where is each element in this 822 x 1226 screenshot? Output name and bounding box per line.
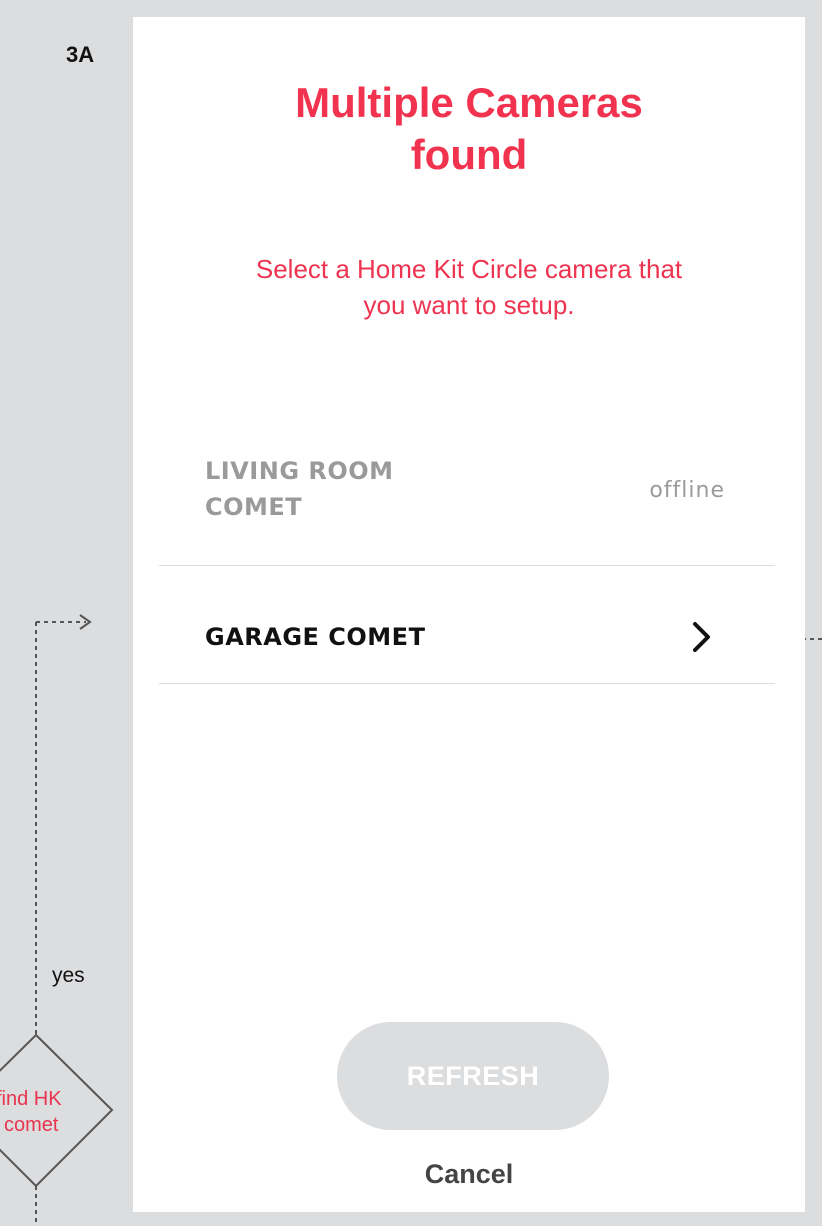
camera-row-living-room: LIVING ROOM COMET offline <box>159 453 775 566</box>
camera-status: offline <box>649 478 725 503</box>
cancel-button[interactable]: Cancel <box>133 1159 805 1190</box>
camera-name: LIVING ROOM COMET <box>205 457 394 521</box>
decision-label-line2: comet <box>4 1114 59 1136</box>
decision-label: find HK comet <box>0 1086 76 1138</box>
camera-name: GARAGE COMET <box>205 623 426 651</box>
camera-row-garage[interactable]: GARAGE COMET <box>159 565 775 684</box>
yes-label: yes <box>52 964 85 987</box>
phone-screen: Multiple Cameras found Select a Home Kit… <box>133 17 805 1212</box>
page-subtitle: Select a Home Kit Circle camera that you… <box>255 254 683 320</box>
page-title: Multiple Cameras found <box>295 79 643 178</box>
decision-label-line1: find HK <box>0 1088 62 1110</box>
refresh-button[interactable]: REFRESH <box>337 1022 609 1130</box>
chevron-right-icon[interactable] <box>691 621 713 653</box>
